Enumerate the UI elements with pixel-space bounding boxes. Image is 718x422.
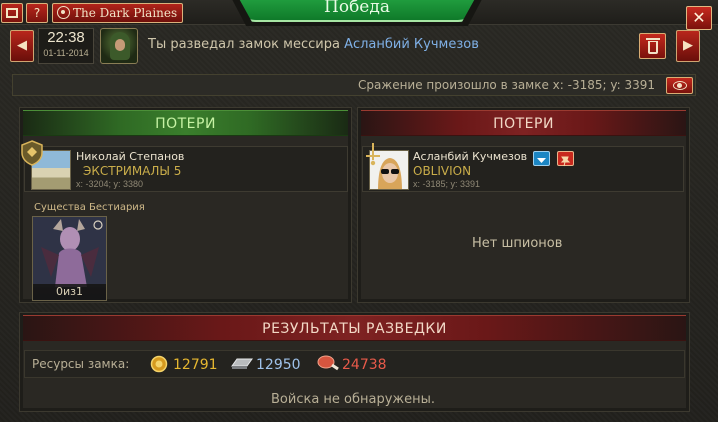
window-title: Победа	[324, 0, 390, 17]
iron-amount: 12950	[256, 357, 301, 373]
chevron-left-icon: ◀	[17, 38, 27, 53]
attacker-card: Николай Степанов ЭКСТРИМАЛЫ 5 x: -3204; …	[24, 146, 348, 192]
gold-icon	[150, 355, 168, 373]
eye-icon	[673, 81, 687, 90]
defender-clan[interactable]: OBLIVION	[413, 164, 471, 178]
view-location-button[interactable]	[666, 77, 693, 94]
battle-report-window: ? The Dark Plaines Победа ✕ ◀ 22:38 01-1…	[0, 0, 718, 422]
chevron-down-icon	[537, 158, 546, 163]
bestiary-creature-card[interactable]: 0из1	[32, 216, 107, 301]
spy-portrait	[100, 28, 138, 64]
timestamp: 22:38 01-11-2014	[38, 28, 94, 64]
attacker-coords: x: -3204; y: 3380	[76, 179, 144, 189]
next-report-button[interactable]: ▶	[676, 30, 700, 62]
gold-amount: 12791	[173, 357, 218, 373]
results-banner: РЕЗУЛЬТАТЫ РАЗВЕДКИ	[23, 315, 686, 341]
globe-icon	[57, 6, 70, 19]
target-player-link[interactable]: Асланбий Кучмезов	[344, 37, 479, 52]
realm-button[interactable]: The Dark Plaines	[52, 3, 183, 23]
attacker-losses-title: ПОТЕРИ	[155, 116, 216, 132]
report-time: 22:38	[47, 29, 85, 46]
pin-icon	[560, 156, 571, 167]
help-label: ?	[33, 6, 41, 20]
results-title: РЕЗУЛЬТАТЫ РАЗВЕДКИ	[262, 321, 447, 337]
bestiary-label: Существа Бестиария	[34, 202, 145, 213]
report-headline: Ты разведал замок мессира Асланбий Кучме…	[148, 37, 479, 52]
delete-report-button[interactable]	[639, 33, 666, 59]
close-icon: ✕	[692, 8, 706, 27]
home-icon	[6, 8, 18, 18]
creature-image	[33, 217, 106, 287]
defender-coords: x: -3185; y: 3391	[413, 179, 481, 189]
chevron-right-icon: ▶	[683, 38, 693, 53]
attacker-name[interactable]: Николай Степанов	[76, 150, 184, 163]
pin-button[interactable]	[557, 151, 574, 167]
creature-count: 0из1	[33, 284, 106, 300]
defender-losses-title: ПОТЕРИ	[493, 116, 554, 132]
food-amount: 24738	[342, 357, 387, 373]
meat-icon	[317, 355, 339, 371]
battle-location-bar: Сражение произошло в замке x: -3185; y: …	[12, 74, 696, 96]
trash-icon	[646, 38, 660, 40]
iron-icon	[231, 358, 253, 369]
defender-name[interactable]: Асланбий Кучмезов	[413, 150, 527, 163]
prev-report-button[interactable]: ◀	[10, 30, 34, 62]
no-spies-text: Нет шпионов	[472, 236, 563, 251]
close-button[interactable]: ✕	[686, 6, 712, 30]
shield-icon	[21, 140, 43, 166]
realm-name: The Dark Plaines	[73, 6, 178, 20]
resources-label: Ресурсы замка:	[32, 357, 130, 371]
help-button[interactable]: ?	[26, 3, 48, 23]
report-date: 01-11-2014	[43, 48, 89, 58]
title-banner: Победа	[232, 0, 482, 22]
sword-emblem-icon	[366, 143, 380, 166]
home-button[interactable]	[1, 3, 23, 23]
defender-losses-banner: ПОТЕРИ	[361, 110, 686, 136]
headline-prefix: Ты разведал замок мессира	[148, 37, 340, 52]
attacker-losses-banner: ПОТЕРИ	[23, 110, 348, 136]
defender-card: Асланбий Кучмезов OBLIVION x: -3185; y: …	[362, 146, 684, 192]
no-troops-text: Войска не обнаружены.	[271, 392, 436, 407]
dropdown-button[interactable]	[533, 151, 550, 166]
attacker-clan[interactable]: ЭКСТРИМАЛЫ 5	[83, 164, 181, 178]
battle-location-text: Сражение произошло в замке x: -3185; y: …	[358, 78, 655, 92]
